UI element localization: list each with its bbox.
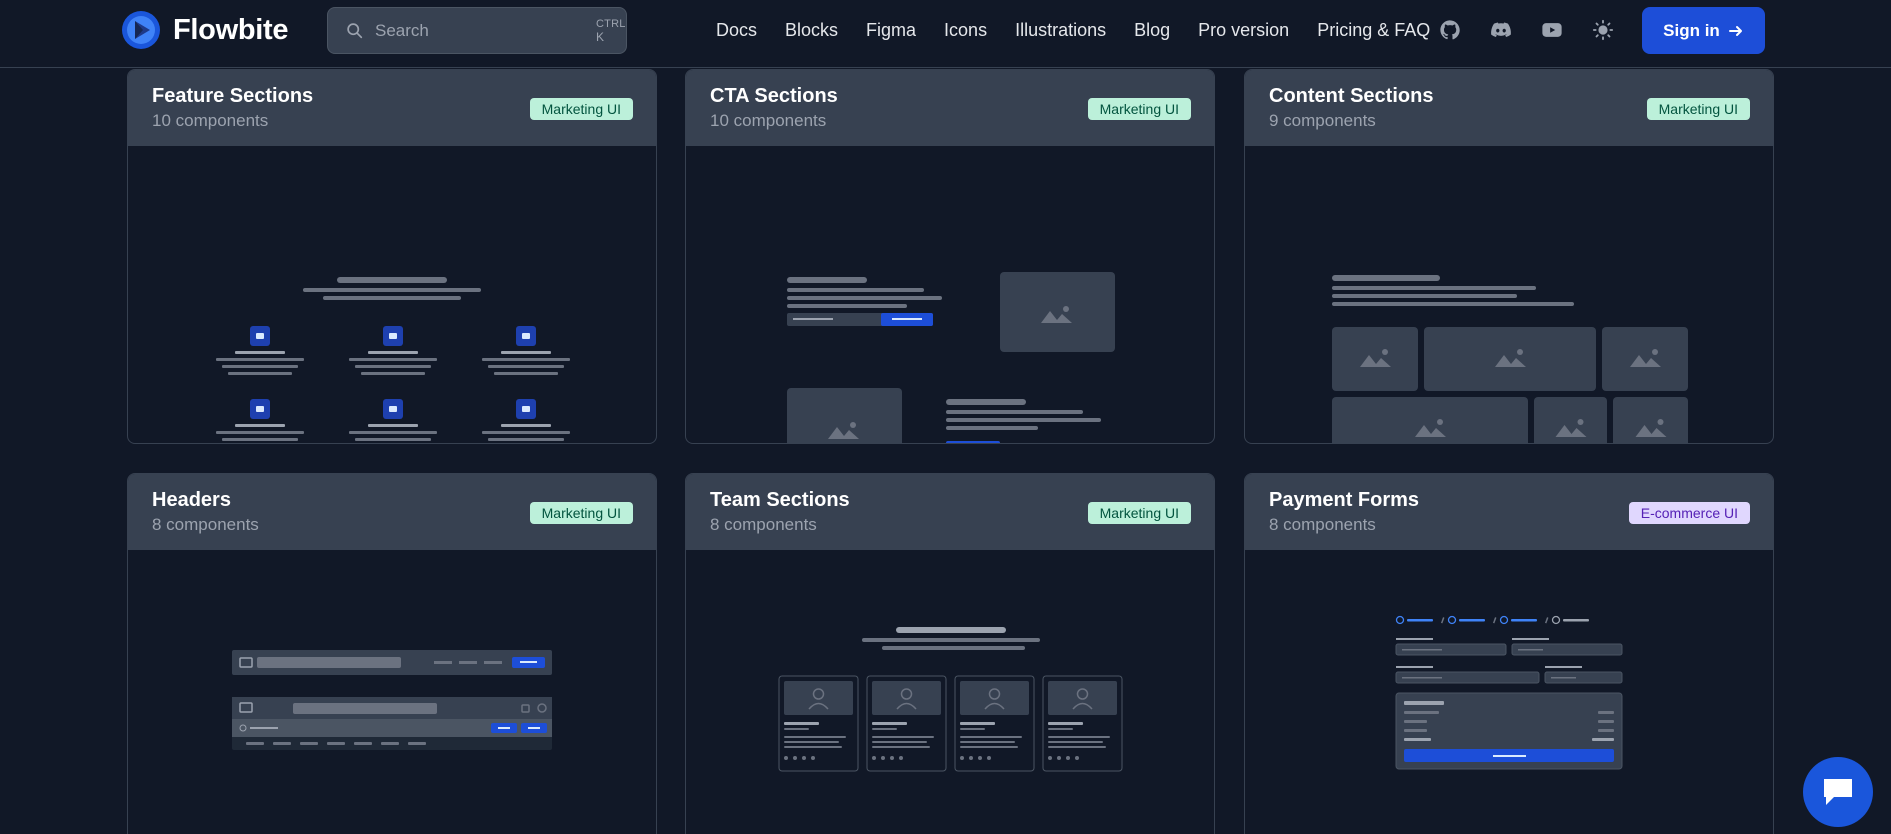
card-header: Team Sections 8 components Marketing UI bbox=[686, 474, 1214, 550]
category-badge: Marketing UI bbox=[529, 98, 633, 120]
top-navbar: Flowbite CTRL K Docs Blocks Figma Icons … bbox=[0, 0, 1891, 68]
chat-bubble-icon bbox=[1824, 779, 1852, 805]
card-headers[interactable]: Headers 8 components Marketing UI bbox=[127, 473, 657, 834]
brand-name: Flowbite bbox=[173, 13, 289, 46]
feature-sections-preview-illustration bbox=[216, 277, 570, 441]
card-header: Content Sections 9 components Marketing … bbox=[1245, 70, 1773, 146]
search-shortcut-hint: CTRL K bbox=[596, 17, 626, 44]
search-input[interactable] bbox=[375, 20, 596, 41]
card-feature-sections[interactable]: Feature Sections 10 components Marketing… bbox=[127, 69, 657, 444]
search-icon bbox=[347, 23, 363, 39]
sign-in-button[interactable]: Sign in bbox=[1642, 7, 1765, 54]
github-icon bbox=[1440, 20, 1460, 40]
youtube-icon bbox=[1542, 23, 1562, 37]
sign-in-label: Sign in bbox=[1663, 20, 1720, 40]
sun-icon bbox=[1592, 19, 1614, 41]
card-header: Payment Forms 8 components E-commerce UI bbox=[1245, 474, 1773, 550]
card-team-sections[interactable]: Team Sections 8 components Marketing UI bbox=[685, 473, 1215, 834]
category-badge: E-commerce UI bbox=[1628, 502, 1750, 524]
category-badge: Marketing UI bbox=[1646, 98, 1750, 120]
brand-logo-link[interactable]: Flowbite bbox=[121, 10, 289, 50]
main-nav: Docs Blocks Figma Icons Illustrations Bl… bbox=[716, 0, 1458, 60]
nav-link-blog[interactable]: Blog bbox=[1134, 20, 1170, 41]
nav-link-icons[interactable]: Icons bbox=[944, 20, 987, 41]
discord-icon bbox=[1491, 22, 1511, 38]
team-sections-preview-illustration bbox=[778, 627, 1123, 772]
card-header: Feature Sections 10 components Marketing… bbox=[128, 70, 656, 146]
chat-support-button[interactable] bbox=[1803, 757, 1873, 827]
youtube-link[interactable] bbox=[1540, 18, 1564, 42]
cta-sections-preview-illustration bbox=[787, 272, 1115, 443]
search-bar[interactable]: CTRL K bbox=[327, 7, 627, 54]
category-badge: Marketing UI bbox=[529, 502, 633, 524]
social-links bbox=[1438, 18, 1642, 42]
content-sections-preview-illustration bbox=[1332, 275, 1688, 443]
arrow-right-icon bbox=[1728, 25, 1742, 36]
nav-link-pricing-faq[interactable]: Pricing & FAQ bbox=[1317, 20, 1430, 41]
card-cta-sections[interactable]: CTA Sections 10 components Marketing UI bbox=[685, 69, 1215, 444]
headers-preview-illustration bbox=[232, 650, 552, 750]
discord-link[interactable] bbox=[1489, 18, 1513, 42]
card-header: Headers 8 components Marketing UI bbox=[128, 474, 656, 550]
nav-link-illustrations[interactable]: Illustrations bbox=[1015, 20, 1106, 41]
nav-link-blocks[interactable]: Blocks bbox=[785, 20, 838, 41]
nav-link-pro-version[interactable]: Pro version bbox=[1198, 20, 1289, 41]
category-badge: Marketing UI bbox=[1087, 502, 1191, 524]
card-header: CTA Sections 10 components Marketing UI bbox=[686, 70, 1214, 146]
payment-forms-preview-illustration bbox=[1395, 615, 1623, 770]
card-content-sections[interactable]: Content Sections 9 components Marketing … bbox=[1244, 69, 1774, 444]
card-payment-forms[interactable]: Payment Forms 8 components E-commerce UI bbox=[1244, 473, 1774, 834]
flowbite-logo-icon bbox=[122, 11, 160, 49]
nav-link-docs[interactable]: Docs bbox=[716, 20, 757, 41]
theme-toggle-button[interactable] bbox=[1591, 18, 1615, 42]
category-badge: Marketing UI bbox=[1087, 98, 1191, 120]
github-link[interactable] bbox=[1438, 18, 1462, 42]
nav-link-figma[interactable]: Figma bbox=[866, 20, 916, 41]
